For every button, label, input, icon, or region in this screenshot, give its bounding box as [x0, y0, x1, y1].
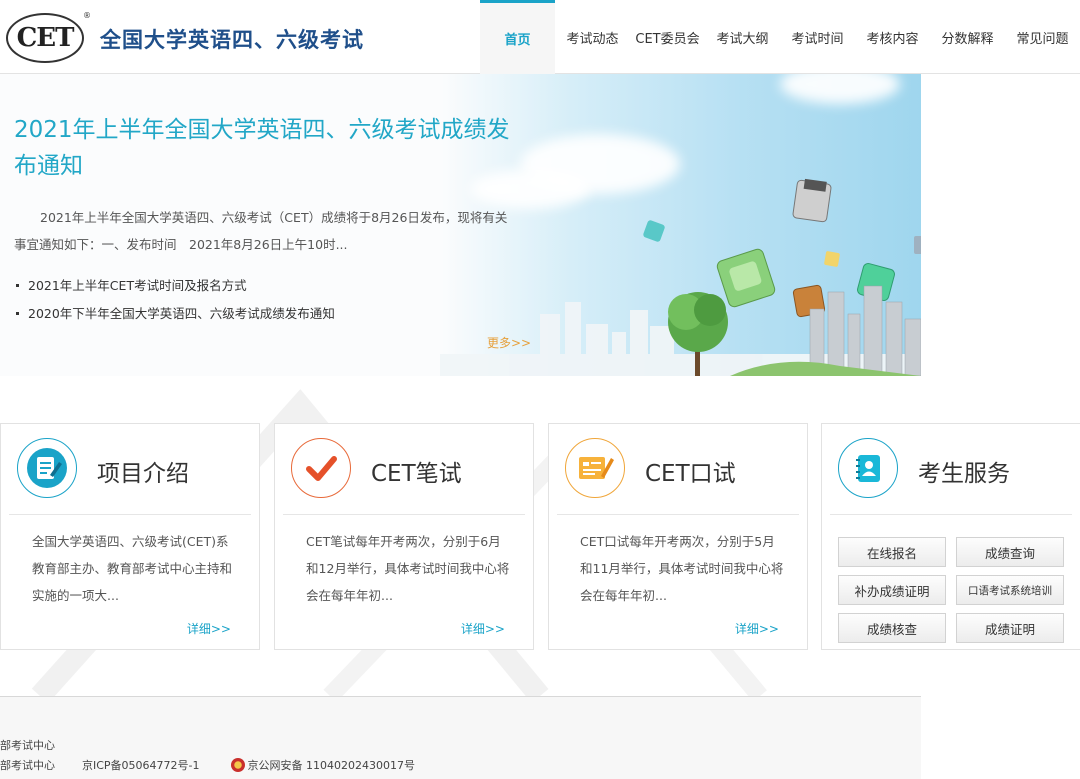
card-detail-link[interactable]: 详细>> — [735, 620, 779, 637]
card-detail-link[interactable]: 详细>> — [461, 620, 505, 637]
pencil-form-icon — [565, 438, 625, 498]
nav-score-explain[interactable]: 分数解释 — [930, 0, 1005, 74]
cet-logo[interactable]: CET ® — [6, 11, 91, 63]
nav-exam-content[interactable]: 考核内容 — [855, 0, 930, 74]
police-badge-icon — [230, 758, 245, 772]
online-registration-button[interactable]: 在线报名 — [838, 537, 946, 567]
public-security-record-link[interactable]: 京公网安备 11040202430017号 — [248, 759, 415, 772]
card-title[interactable]: CET口试 — [645, 454, 736, 488]
notebook-user-icon — [838, 438, 898, 498]
checkmark-icon — [291, 438, 351, 498]
card-description: CET口试每年开考两次，分别于5月和11月举行，具体考试时间我中心将会在每年年初… — [580, 534, 784, 603]
divider — [283, 514, 525, 515]
footer-info-row: 部考试中心 京ICP备05064772号-1 京公网安备 11040202430… — [0, 757, 415, 773]
reissue-certificate-button[interactable]: 补办成绩证明 — [838, 575, 946, 605]
news-link[interactable]: 2020年下半年全国大学英语四、六级考试成绩发布通知 — [16, 300, 335, 328]
site-header: CET ® 全国大学英语四、六级考试 首页 考试动态 CET委员会 考试大纲 考… — [0, 0, 1080, 74]
score-query-button[interactable]: 成绩查询 — [956, 537, 1064, 567]
banner-news-list: 2021年上半年CET考试时间及报名方式 2020年下半年全国大学英语四、六级考… — [16, 272, 335, 328]
score-verification-button[interactable]: 成绩核查 — [838, 613, 946, 643]
divider — [557, 514, 799, 515]
hero-banner: 2021年上半年全国大学英语四、六级考试成绩发布通知 2021年上半年全国大学英… — [0, 74, 921, 376]
nav-faq[interactable]: 常见问题 — [1005, 0, 1080, 74]
nav-cet-committee[interactable]: CET委员会 — [630, 0, 705, 74]
card-cet-oral[interactable]: CET口试 CET口试每年开考两次，分别于5月和11月举行，具体考试时间我中心将… — [548, 423, 808, 650]
card-description: 全国大学英语四、六级考试(CET)系教育部主办、教育部考试中心主持和实施的一项大… — [32, 534, 233, 603]
footer-org: 部考试中心 — [0, 759, 55, 772]
divider — [9, 514, 251, 515]
card-description: CET笔试每年开考两次，分别于6月和12月举行，具体考试时间我中心将会在每年年初… — [306, 534, 510, 603]
site-footer: 部考试中心 部考试中心 京ICP备05064772号-1 京公网安备 11040… — [0, 696, 921, 779]
card-candidate-services: 考生服务 在线报名 成绩查询 补办成绩证明 口语考试系统培训 成绩核查 成绩证明 — [821, 423, 1080, 650]
nav-syllabus[interactable]: 考试大纲 — [705, 0, 780, 74]
service-button-grid: 在线报名 成绩查询 补办成绩证明 口语考试系统培训 成绩核查 成绩证明 — [838, 537, 1064, 643]
footer-org: 部考试中心 — [0, 739, 55, 752]
card-title[interactable]: CET笔试 — [371, 454, 462, 488]
icp-license-link[interactable]: 京ICP备05064772号-1 — [82, 759, 200, 772]
card-title[interactable]: 考生服务 — [918, 454, 1010, 488]
nav-exam-time[interactable]: 考试时间 — [780, 0, 855, 74]
banner-summary: 2021年上半年全国大学英语四、六级考试（CET）成绩将于8月26日发布，现将有… — [14, 210, 508, 252]
card-cet-written[interactable]: CET笔试 CET笔试每年开考两次，分别于6月和12月举行，具体考试时间我中心将… — [274, 423, 534, 650]
site-title[interactable]: 全国大学英语四、六级考试 — [100, 24, 364, 54]
divider — [830, 514, 1072, 515]
card-project-intro[interactable]: 项目介绍 全国大学英语四、六级考试(CET)系教育部主办、教育部考试中心主持和实… — [0, 423, 260, 650]
nav-home[interactable]: 首页 — [480, 0, 555, 74]
card-title[interactable]: 项目介绍 — [97, 454, 189, 488]
nav-exam-news[interactable]: 考试动态 — [555, 0, 630, 74]
banner-headline[interactable]: 2021年上半年全国大学英语四、六级考试成绩发布通知 — [14, 112, 514, 184]
logo-text: CET — [16, 23, 75, 53]
score-certificate-button[interactable]: 成绩证明 — [956, 613, 1064, 643]
registered-mark: ® — [83, 11, 91, 20]
main-nav: 首页 考试动态 CET委员会 考试大纲 考试时间 考核内容 分数解释 常见问题 — [480, 0, 1080, 74]
more-news-link[interactable]: 更多>> — [487, 334, 531, 351]
oral-exam-training-button[interactable]: 口语考试系统培训 — [956, 575, 1064, 605]
card-detail-link[interactable]: 详细>> — [187, 620, 231, 637]
document-edit-icon — [17, 438, 77, 498]
news-link[interactable]: 2021年上半年CET考试时间及报名方式 — [16, 272, 335, 300]
